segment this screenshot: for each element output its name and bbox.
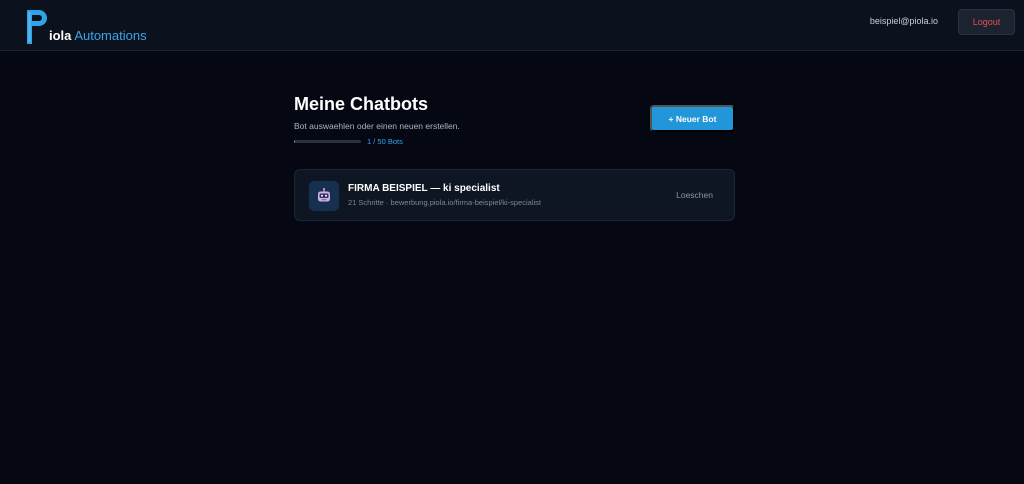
logo-text-bold: iola — [49, 28, 72, 43]
bot-quota: 1 / 50 Bots — [294, 137, 735, 146]
logout-button[interactable]: Logout — [958, 9, 1015, 35]
quota-progress-bar — [294, 140, 361, 143]
quota-progress-fill — [294, 140, 296, 143]
bot-name: FIRMA BEISPIEL — ki specialist — [348, 183, 500, 194]
user-email: beispiel@piola.io — [869, 16, 938, 26]
logo-text-accent: Automations — [74, 28, 147, 43]
delete-bot-button[interactable]: Loeschen — [676, 190, 713, 200]
new-bot-button[interactable]: + Neuer Bot — [650, 105, 735, 132]
logo-mark-icon — [27, 10, 47, 44]
robot-icon — [309, 181, 339, 211]
main-content: Meine Chatbots Bot auswaehlen oder einen… — [294, 92, 735, 221]
logo-text: iola Automations — [49, 28, 147, 43]
quota-label: 1 / 50 Bots — [367, 137, 403, 146]
bot-card[interactable]: FIRMA BEISPIEL — ki specialist 21 Schrit… — [294, 169, 735, 221]
top-bar: iola Automations beispiel@piola.io Logou… — [0, 0, 1024, 51]
logo[interactable]: iola Automations — [26, 5, 147, 45]
bot-meta: 21 Schritte · bewerbung.piola.io/firma-b… — [348, 198, 542, 207]
